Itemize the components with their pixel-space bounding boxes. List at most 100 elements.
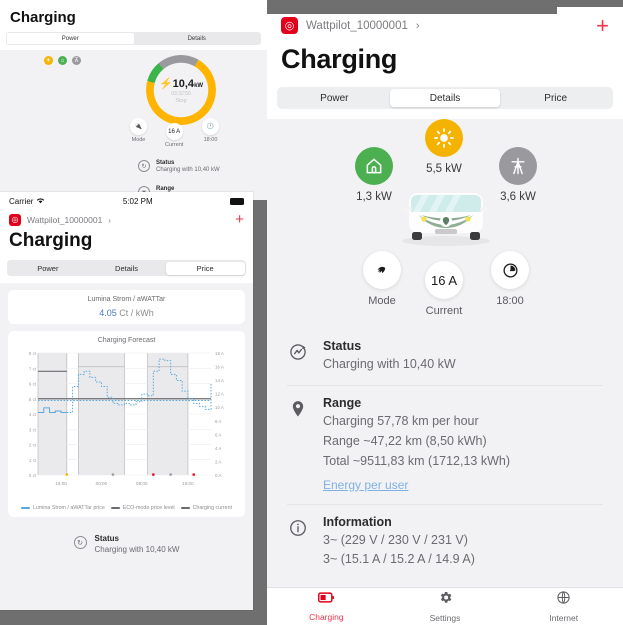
tab-price-b[interactable]: Price (165, 261, 245, 275)
current-button-a[interactable]: 16 A Current (165, 123, 183, 148)
controls-row-c: Mode 16 A Current 18:00 (267, 247, 623, 325)
device-name-b[interactable]: Wattpilot_10000001 (27, 215, 102, 225)
timer-button-a[interactable]: 🕐 18:00 (202, 118, 219, 143)
svg-text:7 ct: 7 ct (29, 366, 37, 371)
mode-label-a: Mode (131, 137, 146, 143)
flow-node-house: 1,3 kW (355, 147, 393, 203)
gear-icon (438, 590, 453, 610)
info-row-information: Information 3~ (229 V / 230 V / 231 V) 3… (287, 503, 603, 581)
segmented-control-c[interactable]: Power Details Price (277, 87, 613, 109)
timer-label-c: 18:00 (496, 295, 524, 307)
timer-label-a: 18:00 (203, 137, 218, 143)
current-label-c: Current (425, 305, 463, 317)
segmented-control-a[interactable]: Power Details (6, 32, 261, 45)
legend-swatch-eco (110, 507, 120, 509)
info-row-status: Status Charging with 10,40 kW (287, 329, 603, 385)
page-title-a: Charging (0, 0, 267, 32)
status-title-c: Status (323, 339, 362, 353)
carrier-label: Carrier (9, 196, 34, 206)
pylon-icon (499, 147, 537, 185)
plug-icon (363, 251, 401, 289)
tab-charging-label: Charging (309, 612, 344, 622)
wattpilot-logo-icon: ◎ (9, 214, 21, 226)
tab-power-b[interactable]: Power (9, 262, 88, 275)
page-title-b: Charging (0, 228, 253, 260)
svg-text:10 A: 10 A (215, 405, 224, 410)
sun-icon (425, 119, 463, 157)
battery-charging-icon (318, 591, 335, 609)
house-value: 1,3 kW (356, 191, 392, 203)
add-button-c[interactable]: + (596, 14, 609, 36)
panel-price-phone: Carrier 5:02 PM ◎ Wattpilot_10000001 › +… (0, 192, 253, 610)
range-line-3: Total ~9511,83 km (1712,13 kWh) (323, 453, 511, 468)
wifi-icon (36, 197, 45, 206)
mode-button-c[interactable]: Mode (363, 251, 401, 307)
svg-text:14 A: 14 A (215, 378, 224, 383)
svg-text:3 ct: 3 ct (29, 427, 37, 432)
mode-button-a[interactable]: 🔌 Mode (130, 118, 147, 143)
current-value-c: 16 A (425, 261, 463, 299)
legend-label-price: Lumina Strom / aWATTar price (32, 505, 105, 511)
legend-label-current: Charging current (192, 505, 233, 511)
current-button-c[interactable]: 16 A Current (425, 261, 463, 317)
timer-button-c[interactable]: 18:00 (491, 251, 529, 307)
chevron-right-icon[interactable]: › (108, 216, 111, 225)
tab-charging[interactable]: Charging (267, 588, 386, 625)
status-icon: ↻ (138, 160, 150, 172)
status-title-b: Status (94, 534, 119, 543)
range-line-2: Range ~47,22 km (8,50 kWh) (323, 433, 487, 448)
car-illustration (391, 179, 501, 252)
globe-icon (556, 590, 571, 610)
tab-details-c[interactable]: Details (389, 89, 501, 107)
tariff-name: Lumina Strom / aWATTar (87, 296, 166, 303)
energy-per-user-link[interactable]: Energy per user (323, 478, 603, 492)
svg-text:6 ct: 6 ct (29, 382, 37, 387)
battery-icon (230, 197, 244, 205)
gauge-stop-a[interactable]: Stop (175, 98, 186, 104)
segmented-control-b[interactable]: Power Details Price (7, 260, 246, 276)
chart-title: Charging Forecast (97, 337, 156, 344)
svg-text:12 A: 12 A (215, 392, 224, 397)
svg-text:16:00: 16:00 (55, 481, 67, 486)
status-row-a: ↻ Status Charging with 10,40 kW (138, 160, 220, 173)
tab-internet-label: Internet (549, 613, 579, 623)
information-title: Information (323, 514, 392, 529)
svg-text:8 A: 8 A (215, 419, 221, 424)
chevron-right-icon[interactable]: › (416, 20, 420, 32)
tab-price-c[interactable]: Price (500, 89, 611, 107)
sun-value: 5,5 kW (426, 163, 462, 175)
add-button-b[interactable]: + (235, 212, 244, 227)
tab-settings[interactable]: Settings (386, 588, 505, 625)
info-row-range: Range Charging 57,78 km per hour Range ~… (287, 384, 603, 504)
svg-text:4 A: 4 A (215, 446, 221, 451)
legend-item-current: Charging current (180, 505, 233, 511)
tab-power-a[interactable]: Power (7, 33, 134, 44)
tab-internet[interactable]: Internet (504, 588, 623, 625)
svg-text:8 ct: 8 ct (29, 351, 37, 356)
tab-details-b[interactable]: Details (87, 262, 166, 275)
tab-settings-label: Settings (429, 613, 461, 623)
status-icon: ↻ (73, 536, 87, 549)
page-title-c: Charging (267, 38, 623, 87)
power-gauge-a[interactable]: ⚡10,4kW 03:32:50 Stop (146, 55, 216, 125)
flow-node-sun: 5,5 kW (425, 119, 463, 175)
info-section-list: Status Charging with 10,40 kW Range Char… (267, 325, 623, 580)
clock-icon: 🕐 (202, 118, 219, 135)
status-title-a: Status (156, 160, 175, 166)
range-title-c: Range (323, 395, 362, 410)
svg-text:2 ct: 2 ct (29, 443, 37, 448)
tab-power-c[interactable]: Power (279, 89, 390, 107)
device-name-c[interactable]: Wattpilot_10000001 (306, 20, 408, 32)
gauge-power-a: ⚡10,4kW (158, 77, 204, 90)
tab-details-a[interactable]: Details (134, 33, 261, 44)
pin-icon (287, 398, 309, 420)
legend-label-eco: ECO-mode price level (122, 505, 175, 511)
chart-legend: Lumina Strom / aWATTar price ECO-mode pr… (16, 502, 237, 511)
current-value-a: 16 A (165, 123, 183, 140)
sun-icon: ☀ (44, 56, 53, 65)
wattpilot-logo-icon: ◎ (281, 17, 298, 34)
information-line-2: 3~ (15.1 A / 15.2 A / 14.9 A) (323, 552, 475, 567)
info-icon (287, 517, 309, 539)
range-line-1: Charging 57,78 km per hour (323, 413, 479, 428)
svg-text:5 ct: 5 ct (29, 397, 37, 402)
